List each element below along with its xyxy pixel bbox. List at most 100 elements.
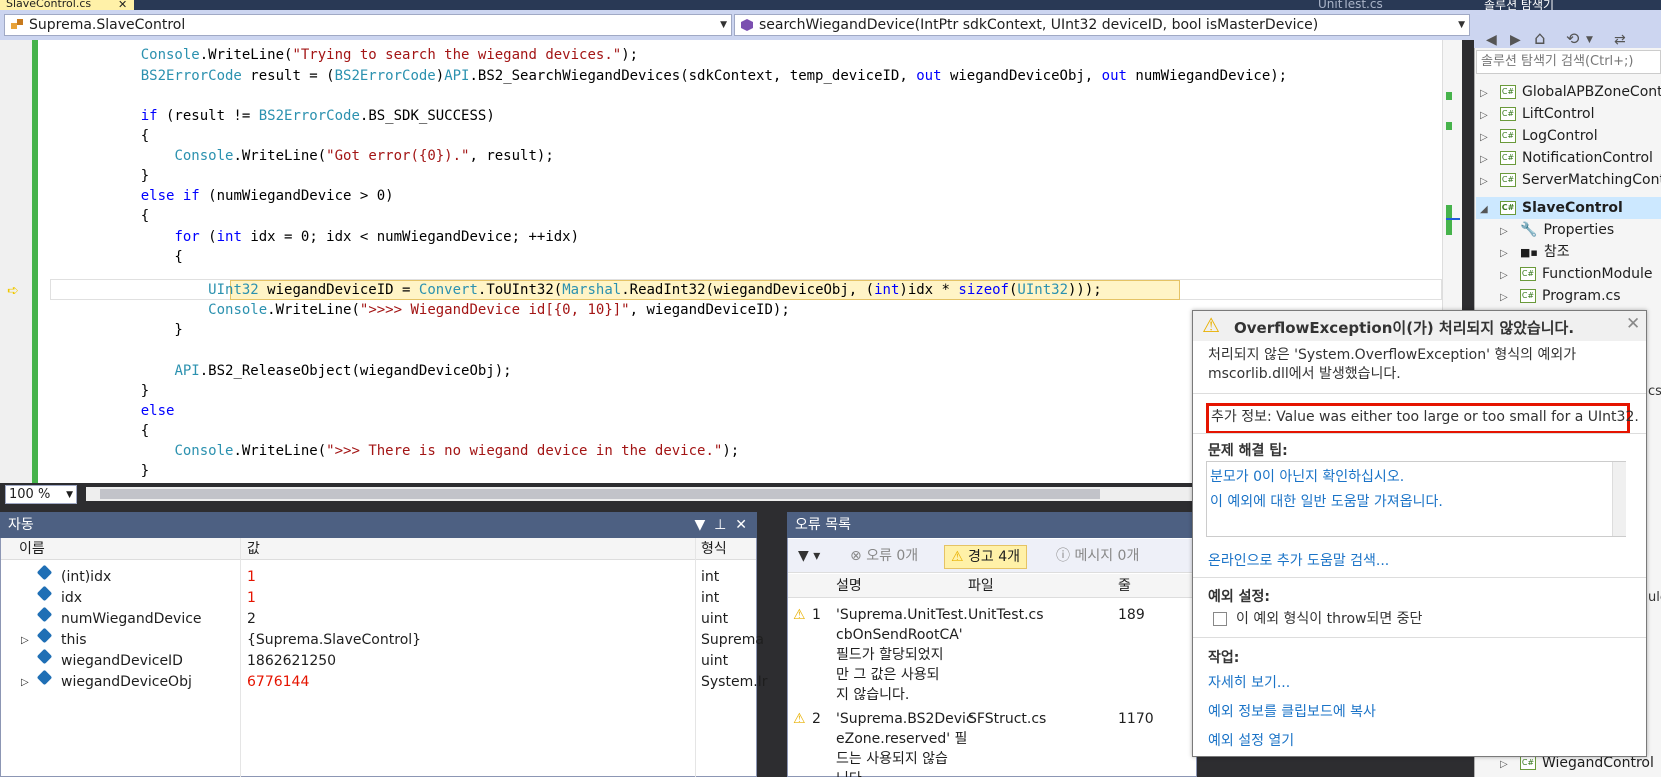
autos-row[interactable]: (int)idx 1 int	[1, 564, 756, 588]
column-header-file[interactable]: 파일	[968, 574, 994, 598]
expand-icon[interactable]: ▷	[1480, 105, 1492, 127]
error-icon: ⊗	[850, 548, 862, 564]
autos-header: 이름 값 형식	[1, 538, 756, 560]
back-icon[interactable]: ◀	[1486, 32, 1497, 48]
change-marker	[1446, 92, 1452, 100]
expand-icon[interactable]: ▷	[1500, 287, 1512, 309]
partial-tree-text: cs	[1648, 384, 1661, 399]
pin-icon[interactable]: ⊥	[714, 517, 726, 533]
home-icon[interactable]: ⌂	[1534, 28, 1545, 49]
autos-row[interactable]: numWiegandDevice 2 uint	[1, 606, 756, 630]
csharp-file-icon: C#	[1500, 107, 1516, 121]
column-header-value[interactable]: 값	[247, 538, 260, 560]
tree-item-references[interactable]: ▷ ■▪ 참조	[1500, 241, 1570, 263]
warnings-filter-button[interactable]: ⚠ 경고 4개	[944, 545, 1028, 569]
code-line: API.BS2_ReleaseObject(wiegandDeviceObj);	[174, 363, 512, 379]
tree-item-logcontrol[interactable]: ▷ C# LogControl	[1480, 125, 1598, 147]
divider	[1193, 393, 1646, 394]
code-line: {	[48, 208, 150, 224]
method-icon	[741, 19, 753, 31]
exception-title: OverflowException이(가) 처리되지 않았습니다.	[1234, 319, 1575, 337]
zoom-value: 100 %	[9, 487, 51, 502]
copy-to-clipboard-link[interactable]: 예외 정보를 클립보드에 복사	[1208, 701, 1376, 721]
csharp-file-icon: C#	[1520, 756, 1536, 770]
csharp-file-icon: C#	[1500, 129, 1516, 143]
tree-item-liftcontrol[interactable]: ▷ C# LiftControl	[1480, 103, 1594, 125]
expand-icon[interactable]: ▷	[1480, 171, 1492, 193]
field-icon	[36, 627, 53, 644]
class-selector[interactable]: Suprema.SlaveControl ▼	[4, 14, 732, 36]
close-icon[interactable]: ✕	[735, 517, 747, 533]
divider	[1193, 433, 1646, 434]
close-icon[interactable]: ✕	[1626, 314, 1640, 334]
errors-filter-button[interactable]: ⊗ 오류 0개	[844, 545, 924, 569]
warning-icon: ⚠	[951, 549, 964, 565]
history-icon[interactable]: ⟲	[1566, 29, 1579, 48]
member-selector[interactable]: searchWiegandDevice(IntPtr sdkContext, U…	[734, 14, 1470, 36]
tree-item-properties[interactable]: ▷ 🔧 Properties	[1500, 219, 1614, 241]
chevron-down-icon[interactable]: ▼	[1586, 35, 1593, 45]
horizontal-scroll-thumb[interactable]	[100, 489, 1100, 499]
column-header-name[interactable]: 이름	[19, 538, 45, 560]
forward-icon[interactable]: ▶	[1510, 32, 1521, 48]
csharp-file-icon: C#	[1500, 173, 1516, 187]
tree-item-globalapbzonecontrol[interactable]: ▷C#GlobalAPBZoneControl	[1480, 81, 1661, 103]
chevron-down-icon: ▼	[1458, 20, 1465, 30]
chevron-down-icon: ▼	[66, 490, 73, 500]
code-line: Console.WriteLine(">>>> WiegandDevice id…	[208, 302, 790, 318]
code-line: {	[48, 423, 150, 439]
zoom-selector[interactable]: 100 % ▼	[5, 485, 77, 504]
tree-item-functionmodule[interactable]: ▷ C# FunctionModule	[1500, 263, 1652, 285]
column-header-line[interactable]: 줄	[1118, 574, 1131, 598]
editor-gutter[interactable]	[0, 40, 34, 483]
error-list-title: 오류 목록	[787, 512, 1197, 538]
code-line: else if (numWiegandDevice > 0)	[140, 188, 394, 204]
warning-icon: ⚠	[793, 607, 806, 623]
code-line: BS2ErrorCode result = (BS2ErrorCode)API.…	[140, 68, 1288, 84]
expand-icon[interactable]: ▷	[1500, 754, 1512, 776]
expand-icon[interactable]: ▷	[1500, 243, 1512, 265]
expand-icon[interactable]: ▷	[21, 672, 29, 693]
tree-item-program-cs[interactable]: ▷ C# Program.cs	[1500, 285, 1621, 307]
tips-scrollbar[interactable]	[1612, 462, 1626, 536]
tip-link[interactable]: 이 예외에 대한 일반 도움말 가져옵니다.	[1210, 491, 1443, 511]
expand-icon[interactable]: ▷	[1480, 149, 1492, 171]
column-header-type[interactable]: 형식	[701, 538, 727, 560]
view-detail-link[interactable]: 자세히 보기...	[1208, 672, 1290, 692]
collapse-icon[interactable]: ◢	[1480, 199, 1492, 221]
code-line-current: UInt32 wiegandDeviceID = Convert.ToUInt3…	[208, 282, 1102, 298]
code-line: else	[140, 403, 175, 419]
messages-filter-button[interactable]: ⓘ 메시지 0개	[1050, 545, 1145, 569]
expand-icon[interactable]: ▷	[1480, 83, 1492, 105]
dropdown-icon[interactable]: ▼	[694, 517, 705, 533]
code-line: }	[48, 463, 150, 479]
autos-row[interactable]: ▷ wiegandDeviceObj 6776144 System.Ir	[1, 669, 768, 693]
solution-search-input[interactable]: 솔루션 탐색기 검색(Ctrl+;)	[1476, 50, 1661, 74]
tip-link[interactable]: 분모가 0이 아닌지 확인하십시오.	[1210, 466, 1404, 486]
autos-row[interactable]: wiegandDeviceID 1862621250 uint	[1, 648, 756, 672]
error-list-header: 설명 파일 줄	[788, 574, 1196, 598]
csharp-file-icon: C#	[1500, 201, 1516, 215]
exception-description: mscorlib.dll에서 발생했습니다.	[1208, 366, 1401, 382]
expand-icon[interactable]: ▷	[1480, 127, 1492, 149]
partial-tree-text: ule	[1648, 590, 1661, 605]
autos-row[interactable]: ▷ this {Suprema.SlaveControl} Suprema	[1, 627, 764, 651]
filter-icon[interactable]: ▼ ▾	[792, 545, 826, 569]
sync-icon[interactable]: ⇄	[1614, 32, 1626, 48]
exception-additional-info: 추가 정보: Value was either too large or too…	[1211, 409, 1639, 425]
online-help-link[interactable]: 온라인으로 추가 도움말 검색...	[1208, 550, 1389, 570]
autos-row[interactable]: idx 1 int	[1, 585, 756, 609]
exception-description: 처리되지 않은 'System.OverflowException' 형식의 예…	[1208, 347, 1577, 363]
expand-icon[interactable]: ▷	[1500, 221, 1512, 243]
field-icon	[36, 648, 53, 665]
expand-icon[interactable]: ▷	[21, 630, 29, 651]
tree-item-slavecontrol[interactable]: ◢ C# SlaveControl	[1480, 197, 1623, 219]
column-header-description[interactable]: 설명	[836, 574, 862, 598]
tree-item-servermatchingcontrol[interactable]: ▷C#ServerMatchingControl	[1480, 169, 1661, 191]
tab-slavecontrol[interactable]: SlaveControl.cs	[0, 0, 134, 10]
field-icon	[36, 585, 53, 602]
break-on-throw-checkbox[interactable]	[1213, 612, 1227, 626]
expand-icon[interactable]: ▷	[1500, 265, 1512, 287]
open-exception-settings-link[interactable]: 예외 설정 열기	[1208, 730, 1294, 750]
tree-item-notificationcontrol[interactable]: ▷ C# NotificationControl	[1480, 147, 1653, 169]
